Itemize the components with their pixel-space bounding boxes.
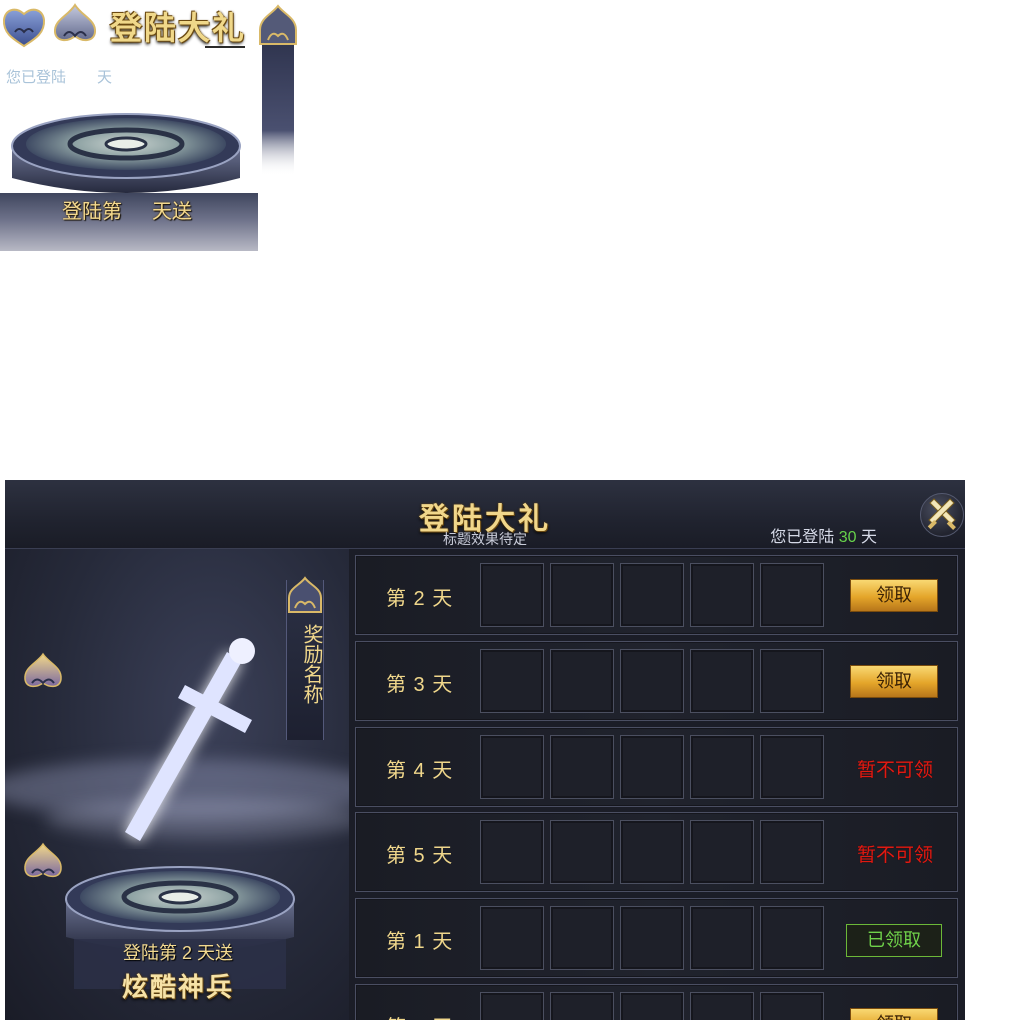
showcase-reward-name: 炫酷神兵 [121, 973, 234, 1002]
reward-item-slot[interactable] [480, 649, 544, 713]
claim-button[interactable]: 领取 [850, 579, 938, 612]
underline-divider [205, 46, 245, 48]
reward-item-slot[interactable] [550, 563, 614, 627]
day-label: 第 2 天 [386, 588, 454, 610]
reward-item-slot[interactable] [760, 563, 824, 627]
showcase-caption: 登陆第 2 天送 炫酷神兵 [67, 939, 289, 1004]
reward-showcase: 奖励名称 登陆第 2 天送 炫酷神兵 [5, 549, 349, 1020]
login-reward-panel: 登陆大礼 标题效果待定 您已登陆 30 天 奖励名称 登陆第 2 天送 炫酷神兵… [5, 480, 965, 1020]
spade-silver-icon [53, 3, 97, 42]
reward-item-slot[interactable] [480, 992, 544, 1020]
prev-reward-arrow-icon[interactable] [21, 651, 65, 695]
reward-item-slot[interactable] [620, 649, 684, 713]
sheet-login-suffix: 天 [97, 69, 113, 86]
reward-row: 第 6 天 领取 [355, 984, 958, 1020]
day-label: 第 3 天 [386, 674, 454, 696]
claim-button[interactable]: 领取 [850, 1008, 938, 1020]
panel-header: 登陆大礼 标题效果待定 您已登陆 30 天 [5, 480, 965, 549]
reward-row: 第 4 天 暂不可领 [355, 727, 958, 807]
reward-item-slot[interactable] [690, 735, 754, 799]
reward-item-slot[interactable] [550, 735, 614, 799]
not-claimable-status: 暂不可领 [856, 760, 933, 781]
reward-item-slot[interactable] [480, 735, 544, 799]
reward-item-slot[interactable] [690, 649, 754, 713]
login-status-prefix: 您已登陆 [770, 529, 835, 546]
reward-item-slot[interactable] [760, 649, 824, 713]
reward-row: 第 3 天 领取 [355, 641, 958, 721]
reward-item-slot[interactable] [690, 563, 754, 627]
crossed-swords-close-icon [927, 498, 956, 530]
vertical-banner [259, 4, 297, 176]
reward-item-slot[interactable] [550, 649, 614, 713]
day-label: 第 5 天 [386, 845, 454, 867]
reward-item-slot[interactable] [690, 906, 754, 970]
ornament-icon [288, 576, 322, 613]
reward-item-slot[interactable] [480, 820, 544, 884]
sheet-login-prefix: 您已登陆 [6, 69, 67, 86]
reward-item-slot[interactable] [620, 820, 684, 884]
reward-name-tag: 奖励名称 [286, 576, 324, 740]
showcase-day-text: 登陆第 2 天送 [122, 943, 233, 963]
ribbon-prefix: 登陆第 [62, 201, 122, 223]
pedestal-image [11, 113, 241, 193]
reward-item-slot[interactable] [760, 735, 824, 799]
day-label: 第 6 天 [386, 1011, 453, 1020]
login-days-count: 30 [838, 529, 857, 546]
claim-button[interactable]: 领取 [850, 665, 938, 698]
spade-blue-icon [2, 8, 46, 48]
login-status: 您已登陆 30 天 [770, 523, 877, 547]
reward-item-slot[interactable] [620, 906, 684, 970]
next-reward-arrow-icon[interactable] [21, 841, 65, 885]
not-claimable-status: 暂不可领 [856, 845, 933, 866]
reward-item-slot[interactable] [480, 906, 544, 970]
reward-item-slot[interactable] [550, 820, 614, 884]
day-label: 第 4 天 [386, 760, 454, 782]
reward-item-slot[interactable] [690, 820, 754, 884]
reward-item-slot[interactable] [690, 992, 754, 1020]
reward-item-slot[interactable] [620, 735, 684, 799]
day-label: 第 1 天 [386, 931, 454, 953]
sheet-title: 登陆大礼 [110, 10, 247, 46]
ribbon-banner [0, 193, 258, 251]
reward-item-slot[interactable] [480, 563, 544, 627]
reward-item-slot[interactable] [760, 992, 824, 1020]
login-status-suffix: 天 [860, 529, 877, 546]
close-button[interactable] [920, 493, 964, 537]
reward-row: 第 2 天 领取 [355, 555, 958, 635]
reward-item-slot[interactable] [760, 820, 824, 884]
ribbon-suffix: 天送 [152, 201, 192, 223]
reward-row: 第 5 天 暂不可领 [355, 812, 958, 892]
reward-item-slot[interactable] [620, 992, 684, 1020]
reward-item-slot[interactable] [550, 992, 614, 1020]
reward-item-slot[interactable] [620, 563, 684, 627]
claimed-button[interactable]: 已领取 [846, 924, 942, 957]
reward-item-slot[interactable] [550, 906, 614, 970]
reward-row: 第 1 天 已领取 [355, 898, 958, 978]
reward-name: 奖励名称 [300, 624, 322, 704]
reward-item-slot[interactable] [760, 906, 824, 970]
